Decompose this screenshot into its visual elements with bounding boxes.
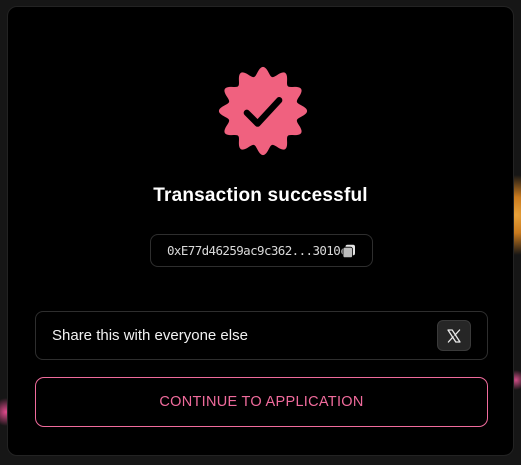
transaction-success-modal: Transaction successful 0xE77d46259ac9c36… (7, 6, 514, 456)
verified-badge-icon (218, 66, 308, 156)
transaction-hash: 0xE77d46259ac9c362...3010c (150, 234, 373, 267)
transaction-hash-text: 0xE77d46259ac9c362...3010c (167, 243, 348, 258)
copy-icon[interactable] (342, 244, 356, 258)
share-label: Share this with everyone else (52, 327, 248, 344)
x-logo-icon (447, 328, 461, 343)
modal-title: Transaction successful (153, 185, 368, 206)
share-on-x-button[interactable] (437, 320, 471, 351)
share-row: Share this with everyone else (35, 311, 488, 360)
continue-to-application-button[interactable]: CONTINUE TO APPLICATION (35, 377, 488, 427)
